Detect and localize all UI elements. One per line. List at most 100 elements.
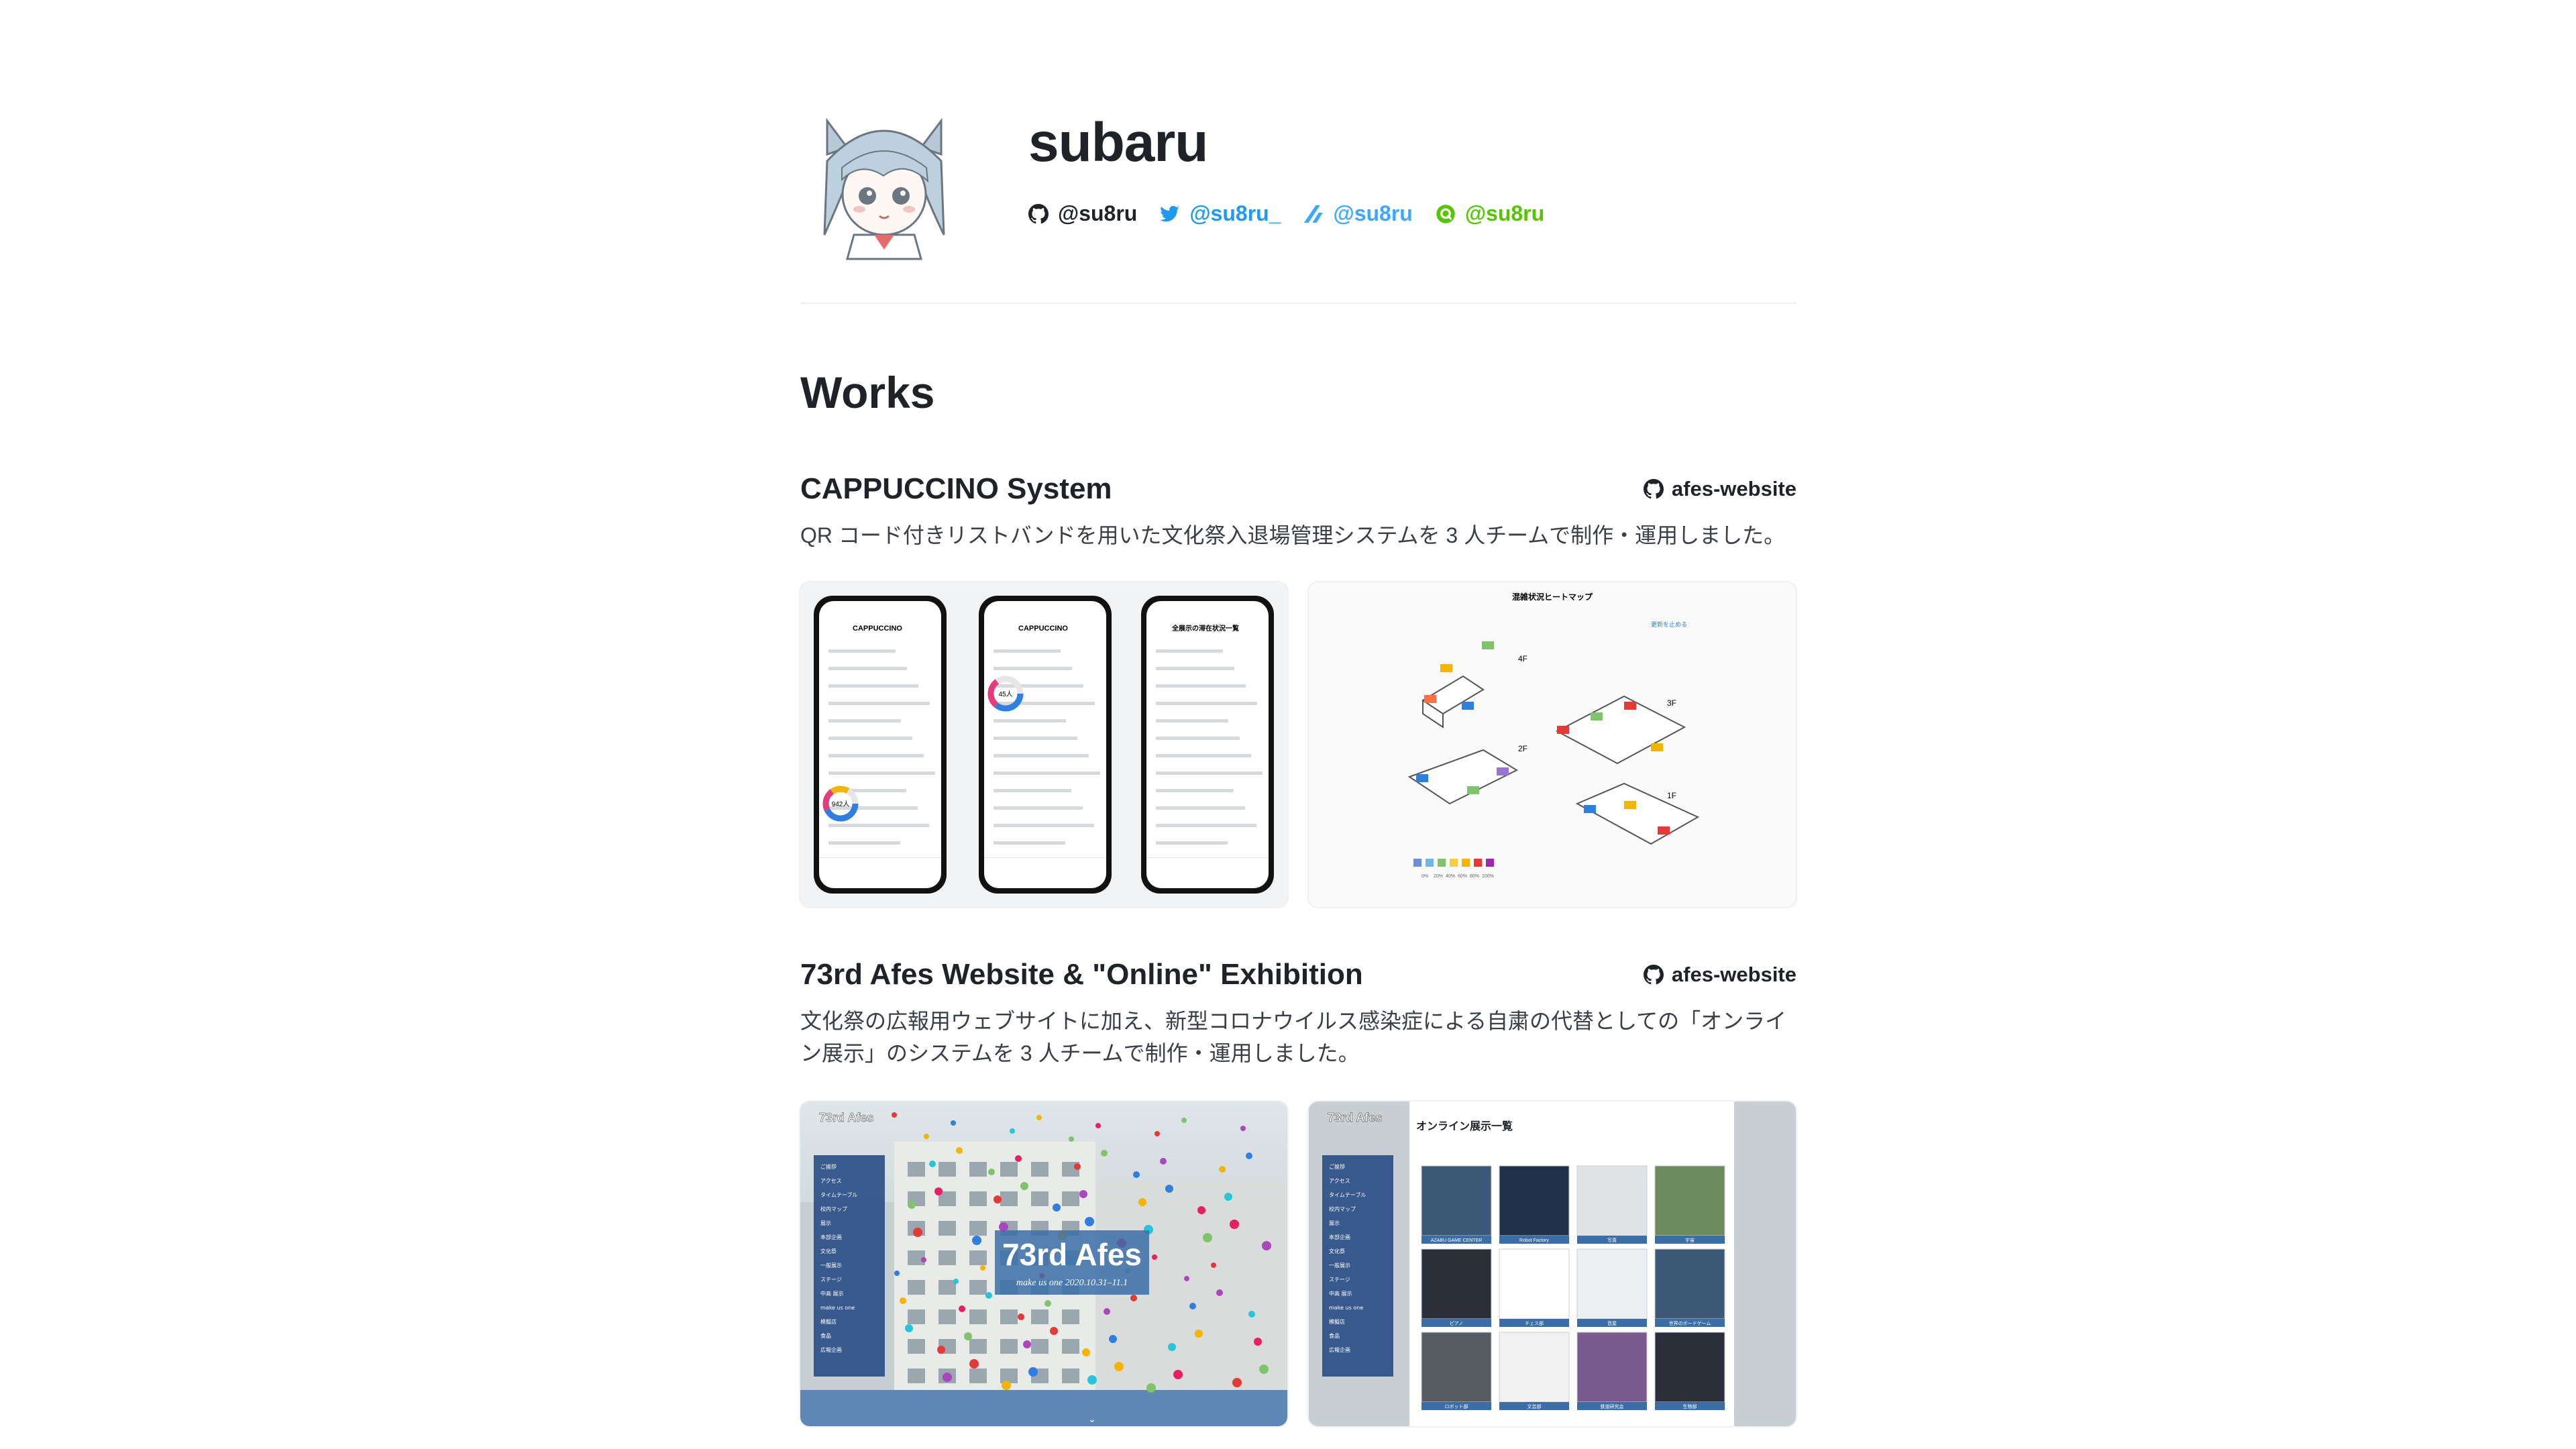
list-row [1156,806,1245,810]
sidebar-menu-item[interactable]: ステージ [1329,1277,1350,1283]
tile-caption: チェス部 [1525,1320,1544,1326]
scroll-down-icon[interactable]: ⌄ [1088,1414,1096,1425]
exhibition-tile[interactable] [1499,1248,1570,1320]
balloon [1248,1311,1255,1318]
balloon [951,1120,956,1126]
floor-label-3f: 3F [1667,698,1676,708]
sidebar-menu-item[interactable]: 一般展示 [820,1262,842,1269]
github-link[interactable]: @su8ru [1028,201,1137,226]
sidebar-menu-item[interactable]: ご挨拶 [820,1163,837,1170]
update-toggle[interactable]: 更新を止める [1651,621,1687,628]
sidebar-menu-item[interactable]: make us one [820,1305,855,1311]
building-window [938,1280,956,1295]
balloon [994,1195,1002,1203]
balloon [1074,1163,1081,1170]
balloon [1050,1327,1058,1335]
building-window [1062,1339,1079,1354]
sidebar-menu-item[interactable]: 展示 [820,1220,831,1226]
exhibition-tile[interactable] [1654,1165,1725,1236]
building-window [969,1368,987,1383]
sidebar-menu-item[interactable]: 中高 展示 [1329,1290,1352,1297]
balloon [908,1201,916,1209]
balloon [1101,1150,1108,1157]
sidebar-menu-item[interactable]: 本部企画 [820,1234,842,1240]
twitter-icon [1160,205,1180,221]
sidebar-menu-item[interactable]: ステージ [820,1277,842,1283]
building-window [938,1250,956,1265]
balloon [921,1257,926,1263]
tile-caption: 鉄道研究会 [1601,1403,1624,1409]
list-row [828,667,907,670]
sidebar-menu-item[interactable]: 食品 [820,1332,831,1339]
tile-caption: 音屋 [1607,1320,1617,1326]
exhibition-tile[interactable] [1421,1165,1492,1236]
balloon [1168,1343,1176,1351]
exhibition-tile[interactable] [1421,1332,1492,1403]
repo-link[interactable]: afes-website [1643,963,1796,987]
balloon [1023,1340,1031,1348]
balloon [1181,1118,1187,1123]
balloon [1230,1220,1239,1229]
sidebar-menu-item[interactable]: タイムテーブル [820,1191,857,1198]
balloon [924,1134,929,1139]
repo-link[interactable]: afes-website [1643,477,1796,501]
list-row [994,806,1083,810]
balloon [1095,1123,1101,1128]
sidebar-menu-item[interactable]: make us one [1329,1305,1363,1311]
sidebar-menu-item[interactable]: 一般展示 [1329,1262,1350,1269]
sidebar-menu-item[interactable]: 文化祭 [820,1248,837,1254]
sidebar-menu-item[interactable]: タイムテーブル [1329,1191,1366,1198]
exhibition-tile[interactable] [1499,1332,1570,1403]
exhibition-tile[interactable] [1421,1248,1492,1320]
sidebar-menu-item[interactable]: 中高 展示 [820,1290,844,1297]
building-window [969,1280,987,1295]
screenshot-mobile-app[interactable]: CAPPUCCINO CAPPUCCINO 全展示の滞在状況一覧 942人 45… [800,582,1287,907]
balloon [1262,1241,1271,1250]
sidebar-menu-item[interactable]: アクセス [820,1178,842,1184]
tile-caption: AZABU GAME CENTER [1431,1238,1483,1243]
sidebar-menu-item[interactable]: 模擬店 [820,1318,837,1325]
balloon [937,1346,945,1354]
sidebar-menu-item[interactable]: アクセス [1329,1178,1350,1184]
sidebar-menu-item[interactable]: 食品 [1329,1332,1340,1339]
exhibition-tile[interactable] [1576,1165,1648,1236]
list-row [1156,684,1246,688]
sidebar-menu-item[interactable]: 校内マップ [820,1205,847,1212]
list-row [994,719,1066,722]
twitter-link[interactable]: @su8ru_ [1160,201,1281,226]
sidebar-menu-item[interactable]: 文化祭 [1329,1248,1345,1254]
zenn-icon [1304,205,1324,223]
building-window [908,1309,925,1324]
list-row [994,754,1089,757]
exhibition-tile[interactable] [1654,1332,1725,1403]
balloon [1069,1136,1074,1142]
screenshot-heatmap[interactable]: 混雑状況ヒートマップ 更新を止める 4F 3F 2F 1F 0% 20% 40%… [1309,582,1796,907]
building-window [1062,1368,1079,1383]
exhibition-tile[interactable] [1499,1165,1570,1236]
exhibition-tile[interactable] [1576,1332,1648,1403]
sidebar-menu-item[interactable]: 展示 [1329,1220,1340,1226]
sidebar-menu-item[interactable]: 模擬店 [1329,1318,1345,1325]
qiita-link[interactable]: @su8ru [1436,201,1544,226]
exhibition-tile[interactable] [1654,1248,1725,1320]
list-row [1156,719,1228,722]
balloon [1160,1158,1167,1165]
balloon [1246,1152,1252,1159]
sidebar-menu-item[interactable]: 広報企画 [820,1346,842,1353]
github-icon [1028,203,1049,223]
phone-mockups: CAPPUCCINO CAPPUCCINO 全展示の滞在状況一覧 942人 45… [800,582,1287,907]
balloon [913,1228,922,1237]
screenshot-online-exhibition[interactable]: 73rd Afes ご挨拶 アクセス タイムテーブル 校内マップ 展示 本部企画 文化祭 一般… [1309,1102,1796,1426]
sidebar-menu-item[interactable]: 本部企画 [1329,1234,1350,1240]
work-title: 73rd Afes Website & "Online" Exhibition [800,958,1363,991]
legend-label: 60% [1458,874,1467,879]
sidebar-menu-item[interactable]: 広報企画 [1329,1346,1350,1353]
balloon [929,1161,936,1167]
sidebar-menu-item[interactable]: 校内マップ [1329,1205,1356,1212]
exhibition-tile[interactable] [1576,1248,1648,1320]
balloon [1036,1115,1042,1120]
zenn-link[interactable]: @su8ru [1303,201,1413,226]
sidebar-menu-item[interactable]: ご挨拶 [1329,1163,1345,1170]
screenshot-afes-website[interactable]: 73rd Afes ご挨拶 アクセス タイムテーブル 校内マップ 展示 本部企画 文化祭 一般… [800,1102,1287,1426]
balloon [1254,1338,1262,1346]
